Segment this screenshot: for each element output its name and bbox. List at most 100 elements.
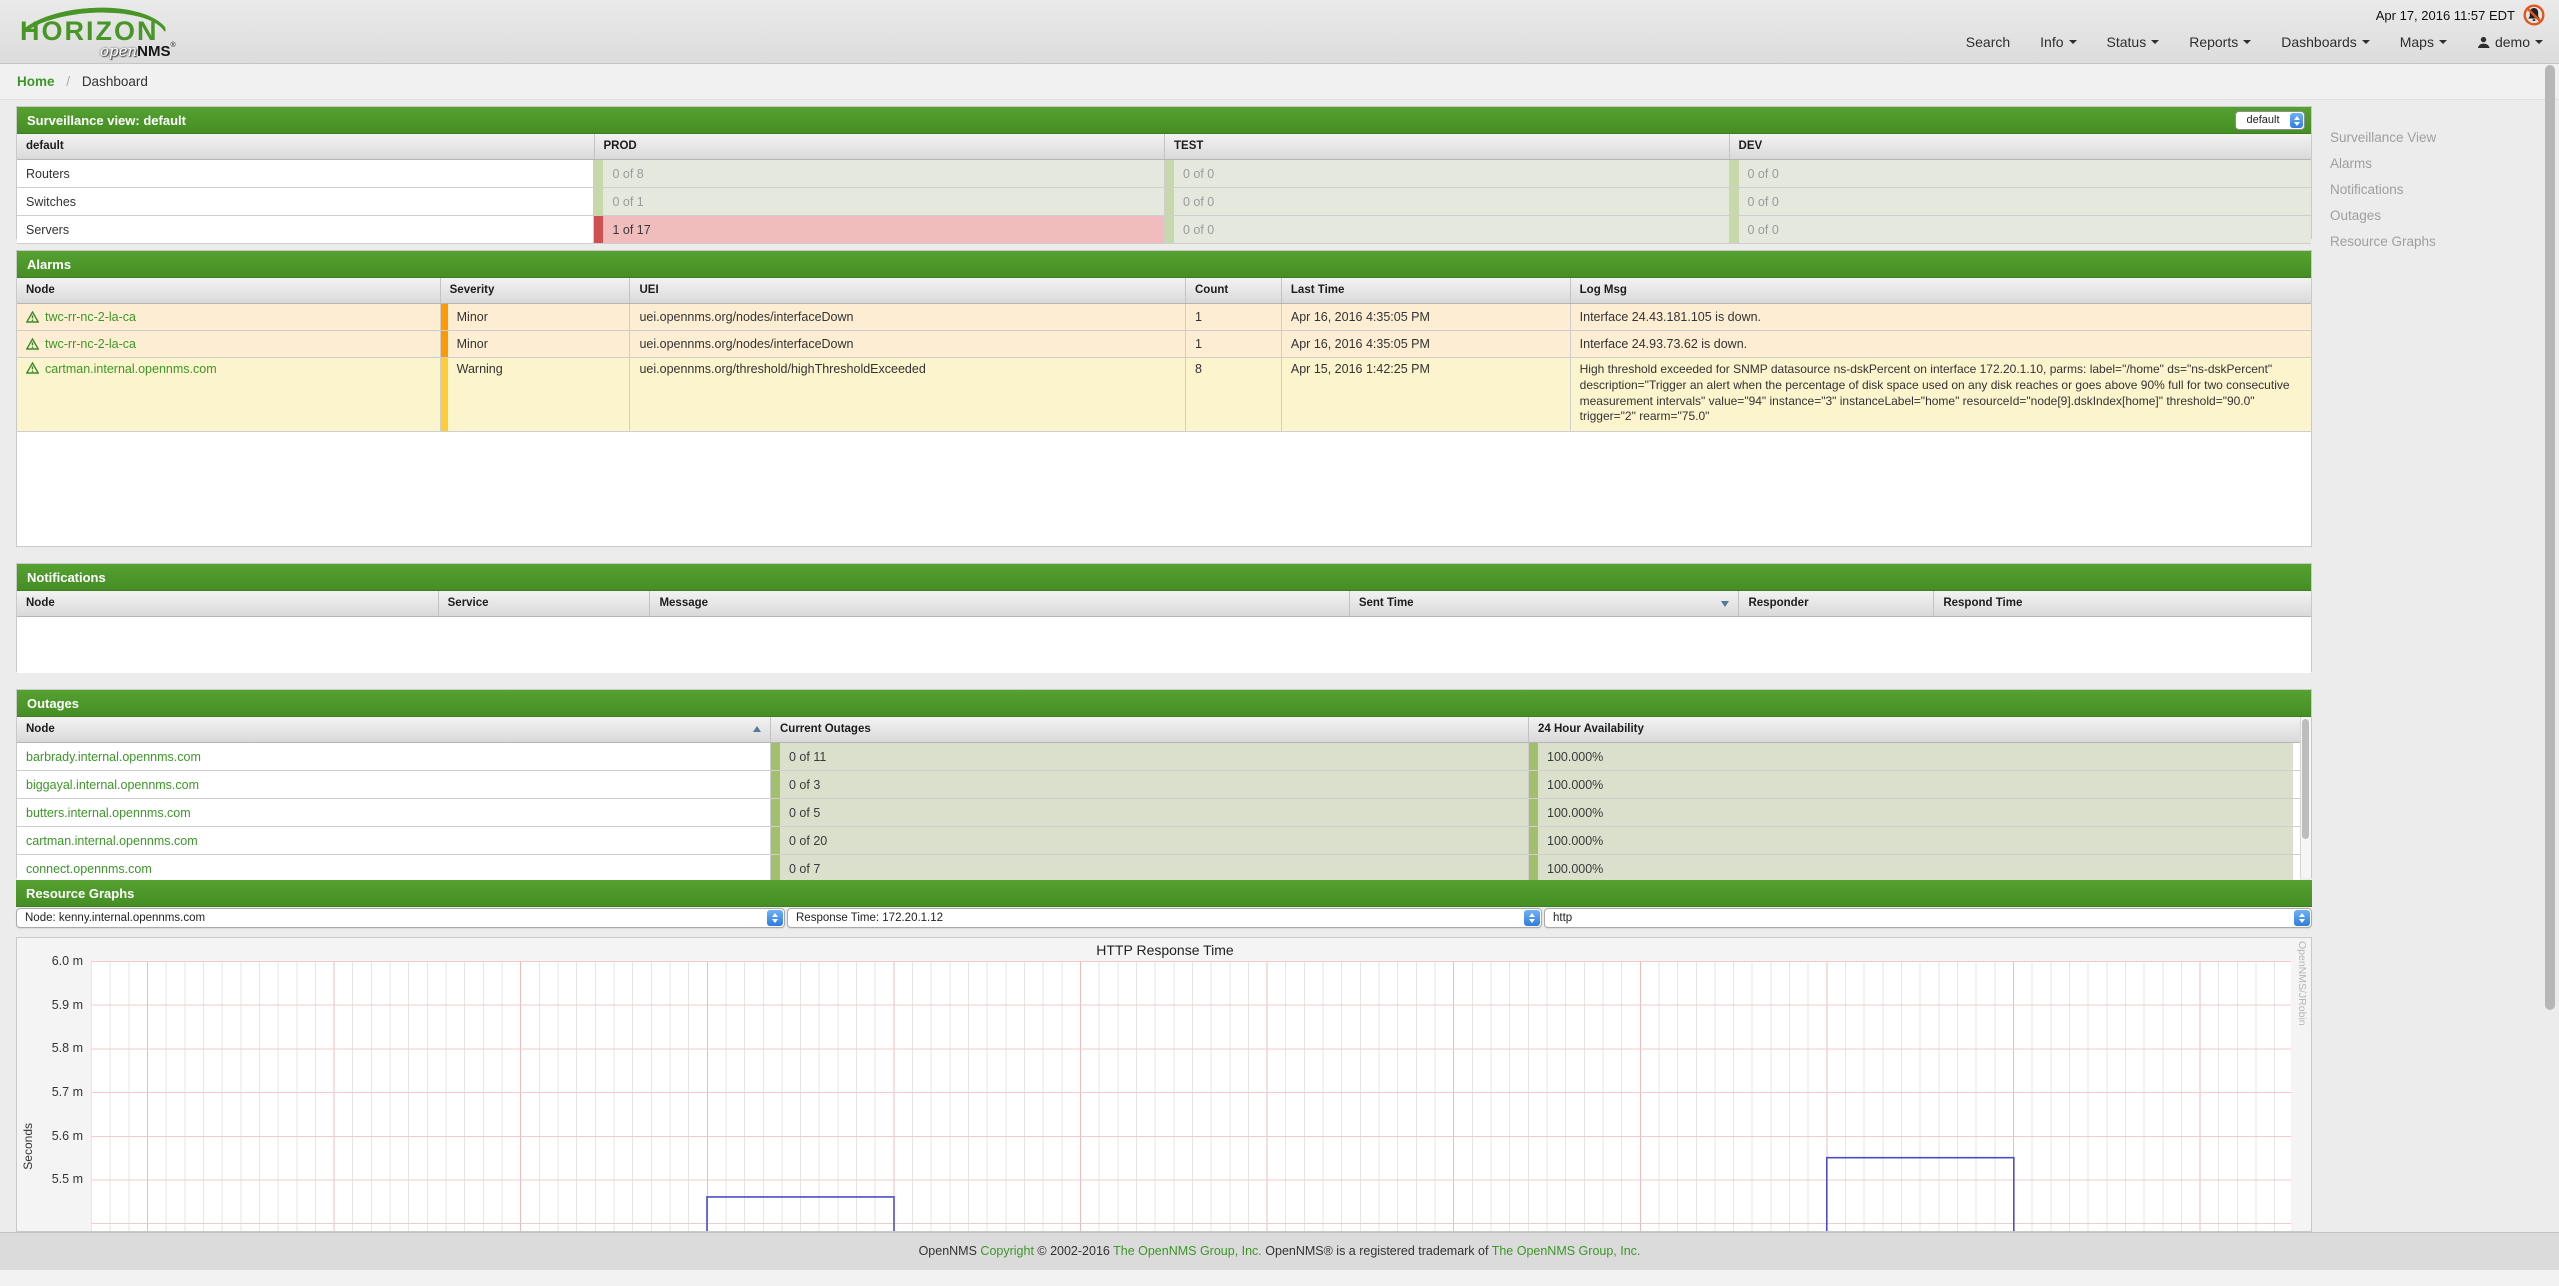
outage-node-link[interactable]: cartman.internal.opennms.com (26, 834, 198, 848)
outages-scrollbar-thumb[interactable] (2302, 719, 2309, 839)
sort-asc-icon (753, 726, 761, 732)
nav-info[interactable]: Info (2040, 34, 2076, 50)
caret-down-icon (2535, 40, 2543, 44)
alarm-node-link[interactable]: twc-rr-nc-2-la-ca (45, 310, 136, 324)
outage-availability: 100.000% (1529, 771, 2293, 798)
cell-switches-dev[interactable]: 0 of 0 (1730, 188, 2312, 215)
outages-scrollbar[interactable] (2300, 717, 2311, 878)
row-label: Servers (17, 216, 594, 243)
notification-muted-icon[interactable] (2523, 4, 2545, 26)
cell-switches-prod[interactable]: 0 of 1 (594, 188, 1165, 215)
horizon-opennms-logo[interactable]: HORIZON openNMS® (14, 4, 234, 60)
alarm-node-cell: twc-rr-nc-2-la-ca (17, 304, 441, 330)
sort-desc-icon (1721, 601, 1729, 607)
notifications-table-header: Node Service Message Sent Time Responder… (17, 591, 2311, 617)
nav-reports[interactable]: Reports (2189, 34, 2251, 50)
nav-user-menu[interactable]: demo (2477, 34, 2543, 50)
outage-node-link[interactable]: barbrady.internal.opennms.com (26, 750, 201, 764)
rg-node-select[interactable]: Node: kenny.internal.opennms.com (16, 908, 785, 928)
nav-dashboards[interactable]: Dashboards (2281, 34, 2370, 50)
col-sent-time[interactable]: Sent Time (1350, 591, 1740, 616)
rg-graph-select[interactable]: http (1544, 908, 2312, 928)
col-dev: DEV (1730, 134, 2311, 159)
footer-copyright-link[interactable]: Copyright (980, 1244, 1034, 1258)
table-row: Servers 1 of 17 0 of 0 0 of 0 (17, 216, 2311, 244)
alarm-severity: Minor (441, 304, 631, 330)
col-node: Node (17, 591, 439, 616)
resource-graphs-panel-header: Resource Graphs (16, 880, 2312, 907)
cell-routers-dev[interactable]: 0 of 0 (1730, 160, 2312, 187)
footer-app: OpenNMS (919, 1244, 981, 1258)
col-node[interactable]: Node (17, 717, 771, 742)
alarm-node-cell: twc-rr-nc-2-la-ca (17, 331, 441, 357)
breadcrumb-home-link[interactable]: Home (17, 74, 55, 89)
outage-row: cartman.internal.opennms.com 0 of 20 100… (17, 827, 2300, 855)
outage-row: barbrady.internal.opennms.com 0 of 11 10… (17, 743, 2300, 771)
caret-down-icon (2069, 40, 2077, 44)
nav-search[interactable]: Search (1966, 34, 2010, 50)
dashlet-side-nav: Surveillance View Alarms Notifications O… (2330, 130, 2436, 260)
notifications-empty-body (17, 617, 2311, 673)
select-stepper-icon (1524, 910, 1540, 926)
outage-node-link[interactable]: connect.opennms.com (26, 862, 152, 876)
table-row: Routers 0 of 8 0 of 0 0 of 0 (17, 160, 2311, 188)
alarm-uei: uei.opennms.org/nodes/interfaceDown (630, 331, 1186, 357)
alarm-last-time: Apr 15, 2016 1:42:25 PM (1282, 358, 1571, 431)
outages-panel: Outages Node Current Outages 24 Hour Ava… (16, 689, 2312, 878)
breadcrumb-bar: Home / Dashboard (0, 64, 2559, 100)
outage-node-link[interactable]: biggayal.internal.opennms.com (26, 778, 199, 792)
outage-availability: 100.000% (1529, 743, 2293, 770)
sidebar-item-notifications[interactable]: Notifications (2330, 182, 2436, 197)
logo-subtitle: openNMS® (100, 42, 176, 60)
page-scrollbar[interactable] (2545, 64, 2556, 1232)
sidebar-item-alarms[interactable]: Alarms (2330, 156, 2436, 171)
outage-current: 0 of 5 (771, 799, 1529, 826)
sidebar-item-outages[interactable]: Outages (2330, 208, 2436, 223)
cell-servers-test[interactable]: 0 of 0 (1165, 216, 1730, 243)
cell-routers-test[interactable]: 0 of 0 (1165, 160, 1730, 187)
cell-routers-prod[interactable]: 0 of 8 (594, 160, 1165, 187)
surveillance-view-panel: Surveillance view: default default defau… (16, 106, 2312, 239)
footer-range: © 2002-2016 (1034, 1244, 1113, 1258)
alarms-panel-header: Alarms (17, 251, 2311, 278)
alarm-uei: uei.opennms.org/nodes/interfaceDown (630, 304, 1186, 330)
caret-down-icon (2151, 40, 2159, 44)
cell-switches-test[interactable]: 0 of 0 (1165, 188, 1730, 215)
alarm-log-msg: High threshold exceeded for SNMP datasou… (1571, 358, 2311, 431)
col-responder: Responder (1739, 591, 1934, 616)
node-alert-icon (26, 362, 39, 374)
footer-group-link[interactable]: The OpenNMS Group, Inc. (1492, 1244, 1641, 1258)
outage-node-link[interactable]: butters.internal.opennms.com (26, 806, 191, 820)
footer-group-link[interactable]: The OpenNMS Group, Inc. (1113, 1244, 1262, 1258)
main-nav: Search Info Status Reports Dashboards Ma… (1966, 34, 2543, 50)
alarm-node-link[interactable]: twc-rr-nc-2-la-ca (45, 337, 136, 351)
outage-row: butters.internal.opennms.com 0 of 5 100.… (17, 799, 2300, 827)
surveillance-view-select[interactable]: default (2235, 111, 2305, 130)
alarm-node-link[interactable]: cartman.internal.opennms.com (45, 362, 217, 376)
rg-resource-select[interactable]: Response Time: 172.20.1.12 (787, 908, 1542, 928)
current-datetime: Apr 17, 2016 11:57 EDT (2376, 8, 2515, 23)
y-tick-label: 5.7 m (17, 1085, 83, 1099)
nav-maps[interactable]: Maps (2400, 34, 2447, 50)
cell-servers-dev[interactable]: 0 of 0 (1730, 216, 2312, 243)
outage-current: 0 of 3 (771, 771, 1529, 798)
page-scrollbar-thumb[interactable] (2545, 65, 2555, 1010)
col-service: Service (439, 591, 651, 616)
alarms-panel: Alarms Node Severity UEI Count Last Time… (16, 250, 2312, 547)
alarm-count: 1 (1186, 304, 1282, 330)
sidebar-item-surveillance-view[interactable]: Surveillance View (2330, 130, 2436, 145)
outages-table-header: Node Current Outages 24 Hour Availabilit… (17, 717, 2300, 743)
alarm-severity: Warning (441, 358, 631, 431)
alarm-severity: Minor (441, 331, 631, 357)
col-severity: Severity (441, 278, 631, 303)
outages-panel-header: Outages (17, 690, 2311, 717)
col-uei: UEI (630, 278, 1186, 303)
nav-status[interactable]: Status (2107, 34, 2160, 50)
outage-current: 0 of 11 (771, 743, 1529, 770)
outage-current: 0 of 7 (771, 855, 1529, 882)
col-count: Count (1186, 278, 1282, 303)
alarm-log-msg: Interface 24.43.181.105 is down. (1571, 304, 2311, 330)
sidebar-item-resource-graphs[interactable]: Resource Graphs (2330, 234, 2436, 249)
alarm-row: twc-rr-nc-2-la-ca Minor uei.opennms.org/… (17, 304, 2311, 331)
cell-servers-prod-alert[interactable]: 1 of 17 (594, 216, 1165, 243)
